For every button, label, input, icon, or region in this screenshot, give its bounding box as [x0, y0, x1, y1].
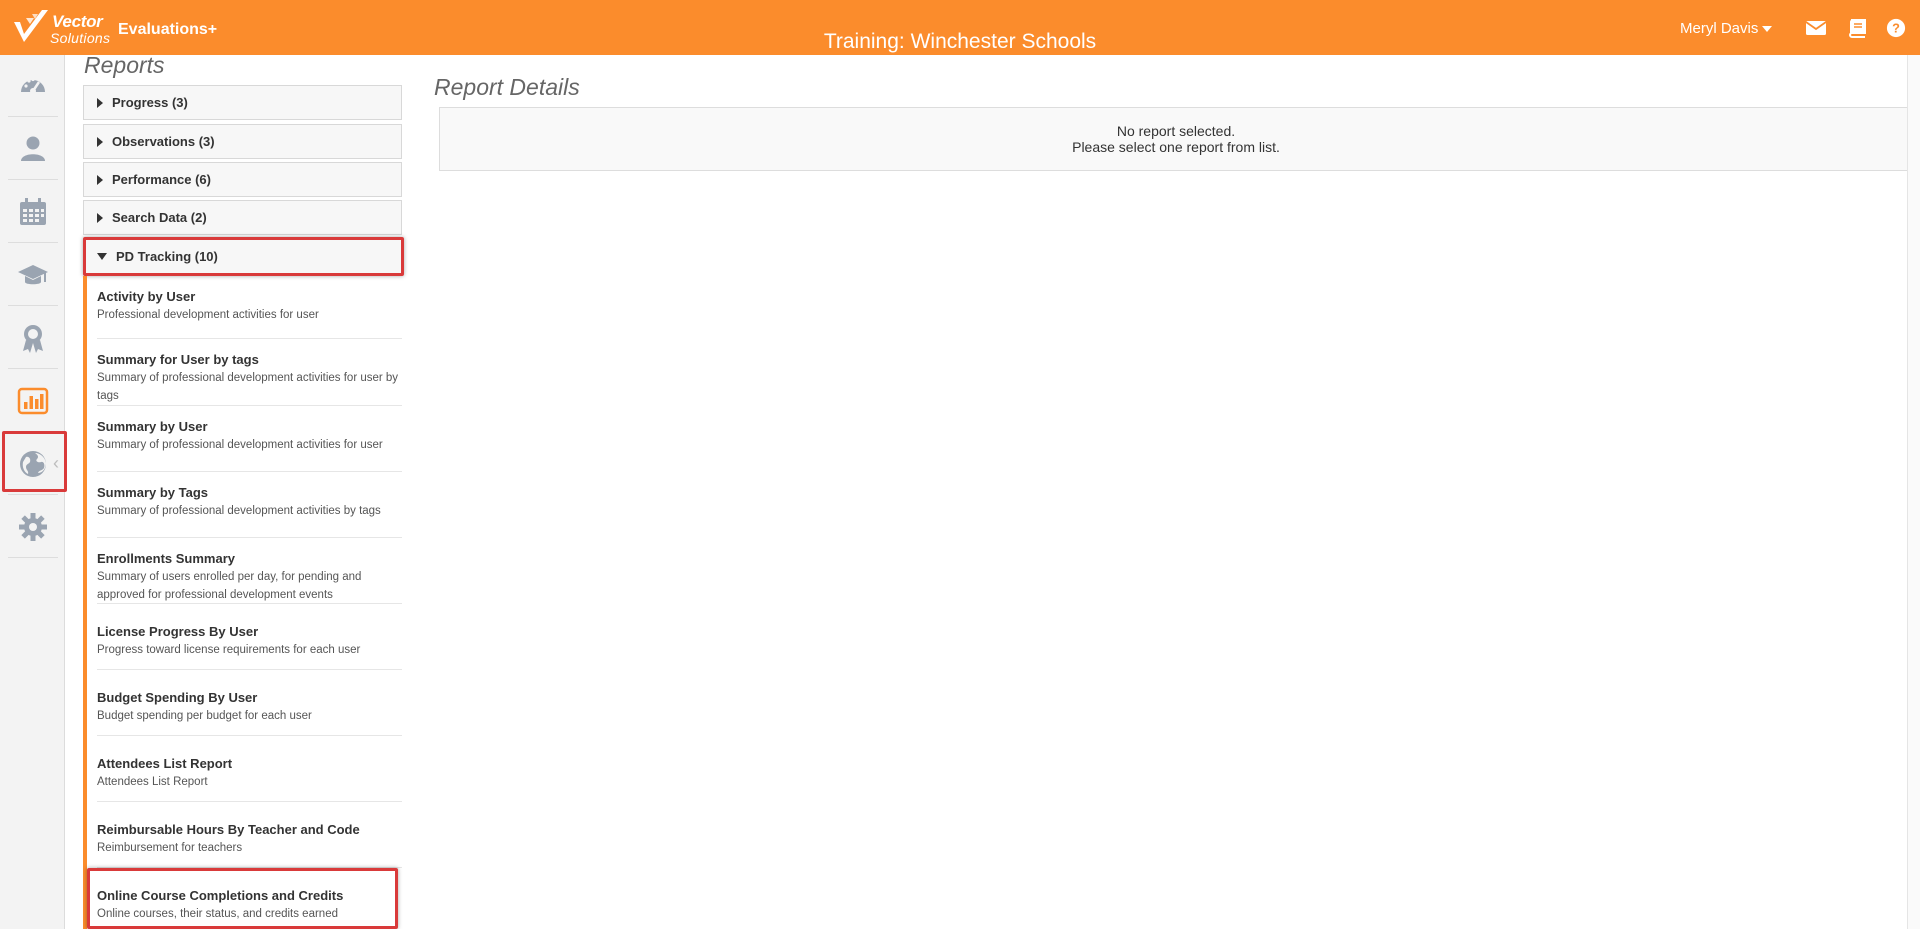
report-name: Attendees List Report: [97, 756, 233, 771]
calendar-icon: [20, 197, 46, 225]
empty-message-line1: No report selected.: [1116, 123, 1236, 139]
report-name: Enrollments Summary: [97, 551, 235, 566]
award-icon: [23, 324, 43, 353]
rail-item-calendar[interactable]: [8, 181, 58, 243]
report-name: Activity by User: [97, 289, 196, 304]
category-progress[interactable]: Progress (3): [83, 85, 402, 120]
page-scrollbar[interactable]: [1907, 55, 1920, 929]
report-name: License Progress By User: [97, 624, 259, 639]
top-bar: Vector Solutions Evaluations+ Training: …: [0, 0, 1920, 55]
dashboard-icon: [21, 77, 45, 94]
report-details-heading: Report Details: [434, 74, 580, 100]
caret-right-icon: [97, 212, 103, 223]
report-description: Attendees List Report: [97, 776, 208, 788]
logo-text-vector: Vector: [52, 12, 103, 31]
caret-right-icon: [97, 136, 103, 147]
report-description: Reimbursement for teachers: [97, 842, 243, 854]
left-nav-rail: ‹: [0, 55, 67, 929]
caret-right-icon: [97, 97, 103, 108]
report-name: Summary for User by tags: [97, 352, 259, 367]
chevron-down-icon: [1762, 25, 1773, 32]
caret-right-icon: [97, 174, 103, 185]
rail-item-settings[interactable]: [8, 496, 58, 558]
report-description: Summary of professional development acti…: [97, 439, 383, 451]
list-item[interactable]: Activity by User Professional developmen…: [97, 276, 402, 339]
graduation-cap-icon: [18, 264, 48, 284]
rail-item-dashboard[interactable]: [8, 55, 58, 117]
category-observations[interactable]: Observations (3): [83, 124, 402, 159]
category-label: Performance (6): [112, 172, 211, 187]
report-description: Summary of users enrolled per day, for p…: [97, 571, 362, 601]
report-name: Summary by Tags: [97, 485, 209, 500]
book-icon[interactable]: [1846, 18, 1868, 38]
page-title: Training: Winchester Schools: [823, 30, 1097, 53]
bar-chart-icon: [17, 387, 49, 414]
report-description: Summary of professional development acti…: [97, 372, 399, 402]
list-item[interactable]: Summary by User Summary of professional …: [97, 406, 402, 472]
report-description: Budget spending per budget for each user: [97, 710, 312, 722]
list-item[interactable]: Summary for User by tags Summary of prof…: [97, 339, 402, 406]
svg-text:?: ?: [1892, 21, 1900, 36]
report-details-panel: No report selected. Please select one re…: [439, 107, 1913, 171]
user-name: Meryl Davis: [1680, 20, 1759, 37]
report-name: Summary by User: [97, 419, 208, 434]
report-description: Professional development activities for …: [97, 309, 319, 321]
collapse-arrow-icon[interactable]: ‹: [53, 453, 59, 474]
list-item[interactable]: Reimbursable Hours By Teacher and Code R…: [97, 802, 402, 868]
user-menu[interactable]: Meryl Davis: [1680, 20, 1773, 37]
rail-item-users[interactable]: [8, 118, 58, 180]
rail-item-training[interactable]: [8, 244, 58, 306]
category-label: Search Data (2): [112, 210, 207, 225]
report-description: Progress toward license requirements for…: [97, 644, 361, 656]
list-item[interactable]: Enrollments Summary Summary of users enr…: [97, 538, 402, 604]
category-label: Observations (3): [112, 134, 215, 149]
list-item[interactable]: Summary by Tags Summary of professional …: [97, 472, 402, 538]
list-item[interactable]: License Progress By User Progress toward…: [97, 604, 402, 670]
report-description: Summary of professional development acti…: [97, 505, 381, 517]
list-item[interactable]: Budget Spending By User Budget spending …: [97, 670, 402, 736]
pd-tracking-report-list: Activity by User Professional developmen…: [83, 276, 402, 929]
list-item[interactable]: Attendees List Report Attendees List Rep…: [97, 736, 402, 802]
rail-item-reports[interactable]: [8, 370, 58, 432]
rail-item-awards[interactable]: [8, 307, 58, 369]
mail-icon[interactable]: [1805, 18, 1827, 38]
category-label: Progress (3): [112, 95, 188, 110]
report-name: Budget Spending By User: [97, 690, 258, 705]
gear-icon: [19, 512, 47, 541]
reports-heading: Reports: [84, 52, 165, 78]
pd-tracking-highlight: [83, 237, 404, 276]
report-name: Reimbursable Hours By Teacher and Code: [97, 822, 360, 837]
help-icon[interactable]: ?: [1885, 18, 1907, 38]
empty-message-line2: Please select one report from list.: [1072, 139, 1280, 155]
online-course-highlight: [87, 868, 398, 929]
category-search-data[interactable]: Search Data (2): [83, 200, 402, 235]
category-performance[interactable]: Performance (6): [83, 162, 402, 197]
user-icon: [21, 136, 45, 161]
